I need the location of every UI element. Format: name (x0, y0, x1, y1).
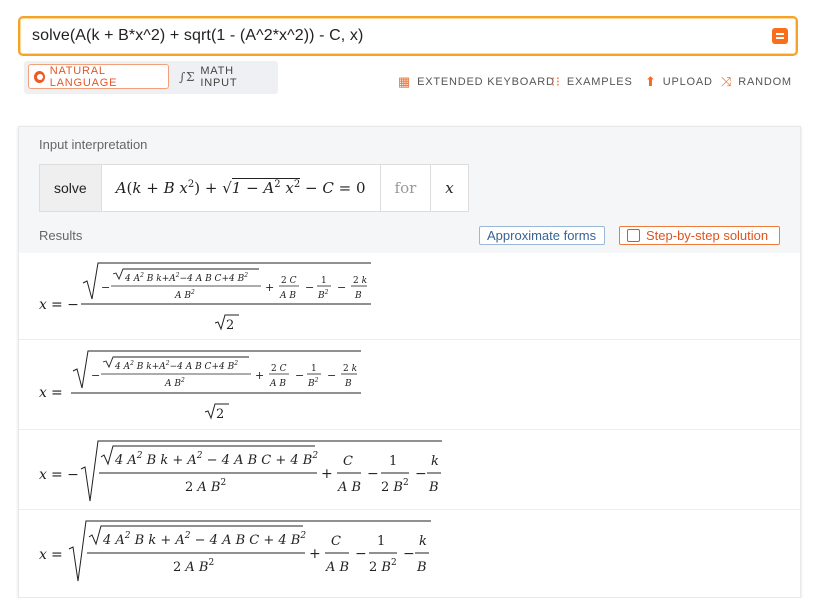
svg-text:k: k (419, 534, 427, 549)
svg-text:4 A2 B k + A2 − 4 A B C + 4 B2: 4 A2 B k + A2 − 4 A B C + 4 B2 (114, 451, 318, 468)
svg-text:B2: B2 (317, 289, 329, 301)
svg-text:1: 1 (377, 534, 385, 549)
upload-link[interactable]: ⬆ UPLOAD (645, 74, 713, 90)
extended-keyboard-link[interactable]: ▦ EXTENDED KEYBOARD (398, 74, 555, 90)
approximate-forms-button[interactable]: Approximate forms (479, 226, 605, 245)
math-input-button[interactable]: ∫Σ MATH INPUT (174, 64, 274, 89)
upload-icon: ⬆ (645, 74, 657, 89)
random-label: RANDOM (738, 76, 792, 88)
svg-text:B2: B2 (307, 377, 319, 389)
svg-text:= −: = − (51, 467, 79, 483)
svg-text:1: 1 (311, 364, 317, 374)
svg-text:−: − (355, 546, 367, 562)
svg-text:x: x (39, 467, 47, 483)
svg-text:−: − (295, 369, 304, 382)
random-link[interactable]: ⤨ RANDOM (721, 74, 792, 90)
svg-text:2 B2: 2 B2 (381, 478, 409, 495)
upload-label: UPLOAD (662, 76, 713, 88)
svg-text:+: + (265, 281, 274, 294)
examples-icon: ⁝⁝ (551, 74, 561, 89)
svg-text:−: − (91, 369, 100, 382)
svg-text:2 A B2: 2 A B2 (185, 478, 226, 495)
equals-icon[interactable] (772, 28, 788, 44)
svg-text:2 B2: 2 B2 (369, 558, 397, 575)
svg-text:1: 1 (389, 454, 397, 469)
svg-text:A B: A B (279, 291, 296, 301)
svg-text:B: B (416, 560, 427, 575)
result-4: x = 4 A2 B k + A2 − 4 A B C + 4 B2 2 A B… (19, 511, 800, 591)
svg-text:= −: = − (51, 297, 79, 313)
svg-text:k: k (431, 454, 439, 469)
svg-text:4 A2 B k+A2−4 A B C+4 B2: 4 A2 B k+A2−4 A B C+4 B2 (124, 272, 248, 284)
svg-text:4 A2 B k+A2−4 A B C+4 B2: 4 A2 B k+A2−4 A B C+4 B2 (114, 360, 238, 372)
step-by-step-label: Step-by-step solution (646, 228, 769, 243)
svg-text:−: − (415, 466, 427, 482)
extended-keyboard-label: EXTENDED KEYBOARD (417, 76, 555, 88)
svg-text:+: + (309, 546, 321, 562)
svg-text:−: − (367, 466, 379, 482)
svg-text:C: C (343, 454, 353, 469)
svg-text:x: x (39, 297, 47, 313)
svg-text:B: B (344, 379, 352, 389)
svg-text:4 A2 B k + A2 − 4 A B C + 4 B2: 4 A2 B k + A2 − 4 A B C + 4 B2 (102, 531, 306, 548)
svg-text:x: x (39, 385, 47, 401)
natural-language-button[interactable]: NATURAL LANGUAGE (28, 64, 169, 89)
svg-text:1: 1 (321, 276, 327, 286)
svg-text:−: − (305, 281, 314, 294)
natural-language-label: NATURAL LANGUAGE (49, 64, 118, 89)
svg-text:A B: A B (269, 379, 286, 389)
svg-text:−: − (337, 281, 346, 294)
results-list: x = − − 4 A2 B k+A2−4 A B C+4 B2 A B2 + … (19, 253, 800, 597)
search-query[interactable]: solve(A(k + B*x^2) + sqrt(1 - (A^2*x^2))… (32, 27, 363, 45)
svg-text:−: − (327, 369, 336, 382)
step-by-step-button[interactable]: Step-by-step solution (619, 226, 780, 245)
svg-text:2: 2 (216, 407, 224, 422)
svg-text:x: x (39, 547, 47, 563)
svg-text:C: C (331, 534, 341, 549)
svg-text:2 C: 2 C (271, 364, 287, 374)
svg-text:2 C: 2 C (281, 276, 297, 286)
svg-text:A B: A B (325, 560, 349, 575)
svg-text:B: B (354, 291, 362, 301)
result-3: x = − 4 A2 B k + A2 − 4 A B C + 4 B2 2 A… (19, 431, 800, 510)
equation-cell: A(k + B x2) + √1 − A2 x2 − C = 0 (102, 165, 381, 211)
math-input-icon: ∫Σ (179, 69, 196, 84)
svg-text:−: − (403, 546, 415, 562)
solve-cell: solve (40, 165, 102, 211)
variable-cell: x (445, 179, 454, 197)
results-title: Results (39, 228, 83, 243)
svg-text:2: 2 (226, 318, 234, 333)
result-1: x = − − 4 A2 B k+A2−4 A B C+4 B2 A B2 + … (19, 253, 800, 340)
results-pod: Input interpretation solve A(k + B x2) +… (18, 126, 801, 598)
svg-text:A B2: A B2 (164, 377, 185, 389)
search-input[interactable]: solve(A(k + B*x^2) + sqrt(1 - (A^2*x^2))… (18, 16, 798, 56)
keyboard-icon: ▦ (398, 74, 412, 89)
for-cell: for (381, 165, 432, 211)
svg-text:=: = (51, 385, 63, 401)
svg-text:2 A B2: 2 A B2 (173, 558, 214, 575)
svg-text:B: B (428, 480, 439, 495)
math-input-label: MATH INPUT (200, 64, 238, 89)
examples-link[interactable]: ⁝⁝ EXAMPLES (551, 74, 633, 90)
random-icon: ⤨ (721, 74, 733, 89)
natural-language-icon (34, 70, 45, 83)
checkbox-icon (627, 229, 640, 242)
svg-text:+: + (255, 369, 264, 382)
input-mode-switch: NATURAL LANGUAGE ∫Σ MATH INPUT (24, 61, 278, 94)
input-interpretation-title: Input interpretation (39, 137, 148, 152)
svg-text:A B2: A B2 (174, 289, 195, 301)
svg-text:A B: A B (337, 480, 361, 495)
svg-text:=: = (51, 547, 63, 563)
examples-label: EXAMPLES (566, 76, 633, 88)
input-interpretation-table: solve A(k + B x2) + √1 − A2 x2 − C = 0 f… (39, 164, 469, 212)
result-2: x = − 4 A2 B k+A2−4 A B C+4 B2 A B2 + 2 … (19, 341, 800, 430)
svg-text:2 k: 2 k (353, 276, 367, 286)
svg-text:−: − (101, 281, 110, 294)
svg-text:2 k: 2 k (343, 364, 357, 374)
svg-text:+: + (321, 466, 333, 482)
